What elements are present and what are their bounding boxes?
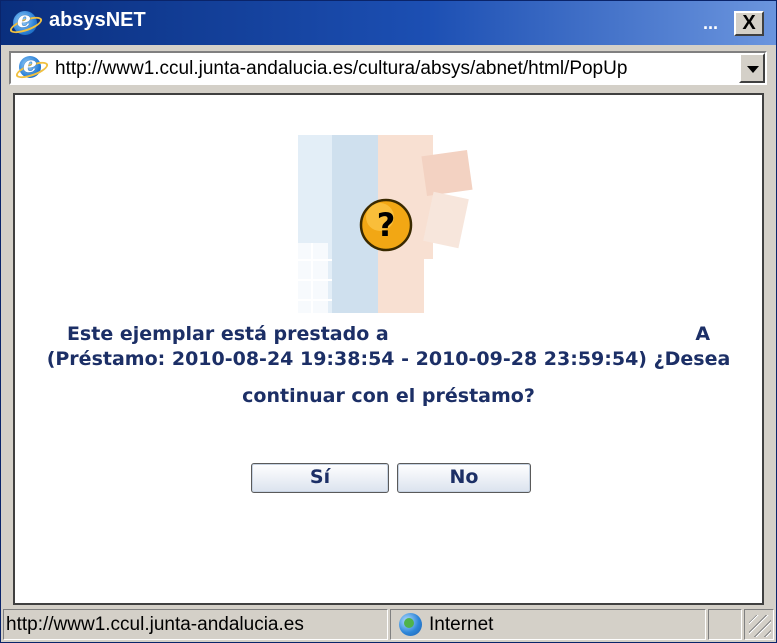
yes-button[interactable]: Sí <box>251 463 389 493</box>
address-bar[interactable]: http://www1.ccul.junta-andalucia.es/cult… <box>9 51 767 85</box>
message-line-1: Este ejemplar está prestado a A <box>15 323 762 345</box>
resize-grip-cell[interactable] <box>744 609 774 640</box>
no-button[interactable]: No <box>397 463 531 493</box>
message-line-1-prefix: Este ejemplar está prestado a <box>66 323 389 345</box>
zone-label: Internet <box>429 614 494 635</box>
title-bar[interactable]: absysNET ... X <box>1 1 776 45</box>
status-empty-cell <box>708 609 742 640</box>
window-title: absysNET <box>49 9 146 31</box>
resize-grip-icon[interactable] <box>749 615 771 637</box>
address-url[interactable]: http://www1.ccul.junta-andalucia.es/cult… <box>55 58 735 80</box>
title-ellipsis: ... <box>703 13 719 33</box>
page-icon <box>19 52 41 78</box>
address-dropdown-button[interactable] <box>739 53 765 83</box>
ie-logo-icon <box>13 7 37 35</box>
redacted-borrower-name <box>395 324 696 345</box>
message-line-1-suffix: A <box>695 323 711 345</box>
dialog-content: ? Este ejemplar está prestado a A (Prést… <box>13 93 764 605</box>
absysnet-logo: ? <box>298 135 474 313</box>
message-line-3: continuar con el préstamo? <box>242 385 535 407</box>
internet-globe-icon <box>399 613 422 636</box>
status-zone: Internet <box>390 609 706 640</box>
logo-graphic: ? <box>298 135 474 313</box>
message-line-2: (Préstamo: 2010-08-24 19:38:54 - 2010-09… <box>46 348 731 370</box>
popup-window: absysNET ... X http://www1.ccul.junta-an… <box>0 0 777 643</box>
question-mark-glyph: ? <box>377 206 396 244</box>
close-icon: X <box>742 12 756 34</box>
question-mark-icon: ? <box>359 198 413 252</box>
close-button[interactable]: X <box>734 11 764 36</box>
status-url: http://www1.ccul.junta-andalucia.es <box>3 609 388 640</box>
status-bar: http://www1.ccul.junta-andalucia.es Inte… <box>1 607 776 642</box>
